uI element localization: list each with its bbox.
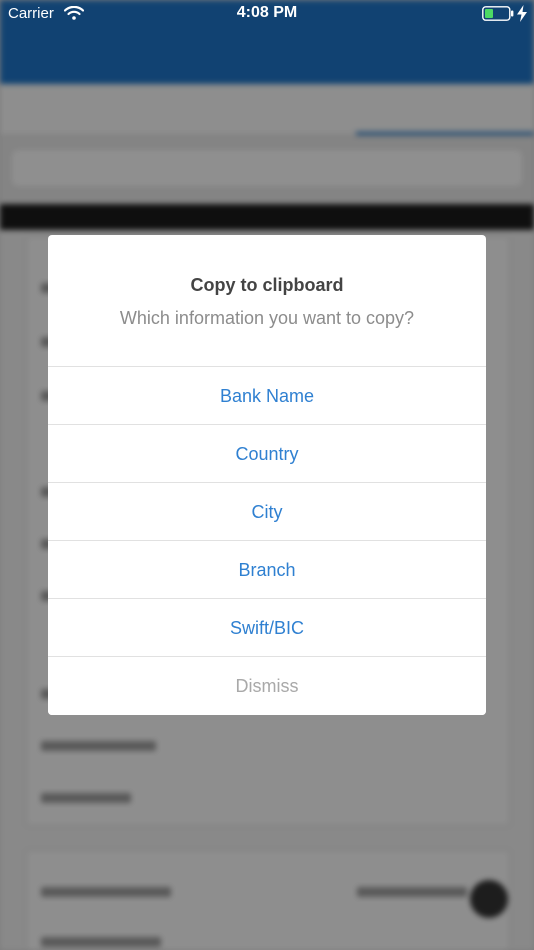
dialog-message: Which information you want to copy? bbox=[119, 308, 415, 328]
city-option[interactable]: City bbox=[48, 483, 486, 541]
status-bar: Carrier 4:08 PM bbox=[0, 0, 534, 28]
dialog-title: Copy to clipboard bbox=[190, 275, 344, 295]
dismiss-button[interactable]: Dismiss bbox=[48, 657, 486, 715]
dialog-header: Copy to clipboard Which information you … bbox=[48, 235, 486, 367]
clock: 4:08 PM bbox=[236, 4, 298, 21]
bank-name-option[interactable]: Bank Name bbox=[48, 367, 486, 425]
swift-bic-option[interactable]: Swift/BIC bbox=[48, 599, 486, 657]
copy-to-clipboard-dialog: Copy to clipboard Which information you … bbox=[48, 235, 486, 715]
country-option[interactable]: Country bbox=[48, 425, 486, 483]
battery-icon bbox=[482, 6, 514, 21]
branch-option[interactable]: Branch bbox=[48, 541, 486, 599]
charging-bolt-icon bbox=[517, 5, 527, 22]
